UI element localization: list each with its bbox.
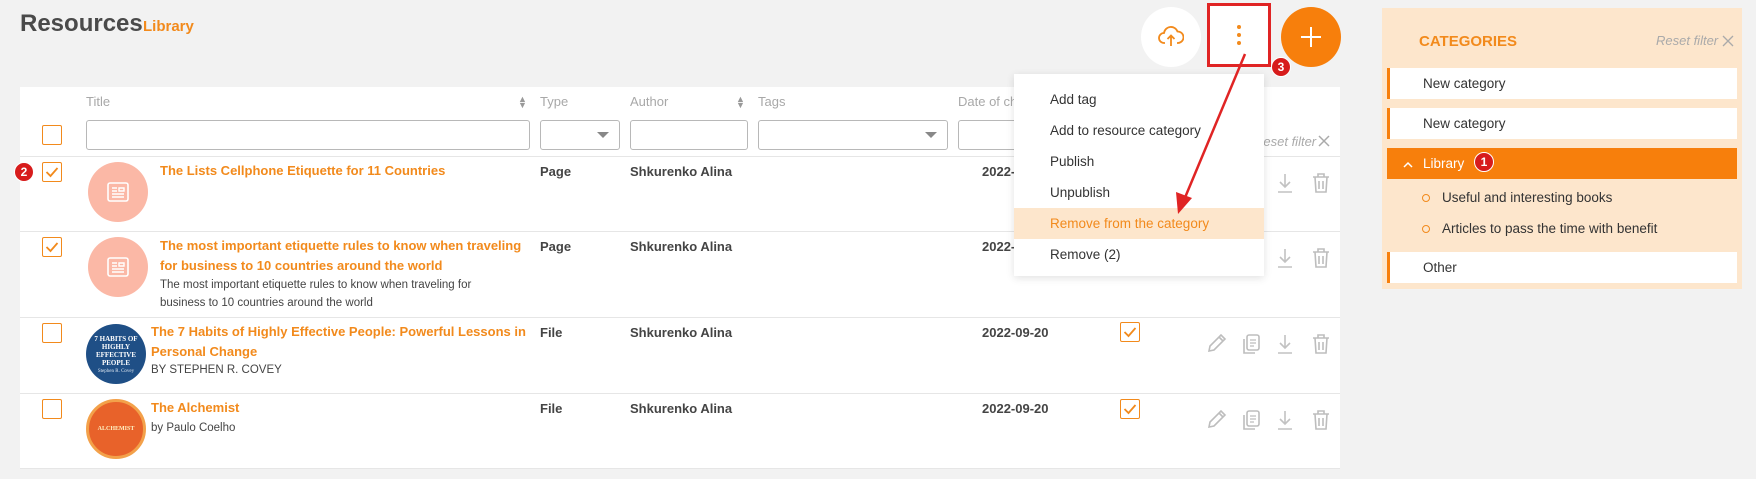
row-checkbox[interactable] [42, 162, 62, 182]
resource-author: Shkurenko Alina [630, 164, 733, 179]
chevron-down-icon [925, 132, 937, 138]
categories-title: CATEGORIES [1419, 33, 1518, 50]
checkmark-icon [1123, 327, 1137, 338]
page-title: Resources [20, 10, 143, 37]
trash-icon[interactable] [1311, 172, 1331, 194]
kebab-icon [1237, 25, 1241, 45]
categories-reset-filter[interactable]: Reset filter [1656, 33, 1718, 48]
resource-title-link[interactable]: The Lists Cellphone Etiquette for 11 Cou… [160, 161, 445, 181]
subcategory-label: Useful and interesting books [1442, 190, 1613, 205]
step-badge: 2 [14, 162, 34, 182]
resource-date: 2022- [982, 239, 1016, 254]
chevron-up-icon[interactable] [1403, 161, 1413, 168]
resource-date: 2022- [982, 164, 1016, 179]
resource-date: 2022-09-20 [982, 325, 1049, 340]
resource-title-link[interactable]: The Alchemist [151, 398, 239, 418]
checkmark-icon [45, 242, 59, 253]
resource-author: Shkurenko Alina [630, 239, 733, 254]
resource-type: File [540, 325, 563, 340]
cloud-upload-icon [1158, 26, 1184, 46]
column-author[interactable]: Author [630, 94, 668, 109]
step-badge: 3 [1271, 57, 1291, 77]
resource-description: by Paulo Coelho [151, 422, 236, 434]
trash-icon[interactable] [1311, 409, 1331, 431]
menu-item-remove[interactable]: Remove (2) [1014, 239, 1264, 270]
row-checkbox[interactable] [42, 323, 62, 343]
book-cover-title: ALCHEMIST [97, 426, 135, 432]
checkmark-icon [45, 167, 59, 178]
row-checkbox[interactable] [42, 237, 62, 257]
type-filter-select[interactable] [540, 120, 620, 150]
resource-title-link[interactable]: The 7 Habits of Highly Effective People:… [151, 322, 526, 342]
resource-type: Page [540, 164, 572, 179]
sort-icon[interactable]: ▲ ▼ [518, 95, 527, 110]
resource-title-link-line2[interactable]: for business to 10 countries around the … [160, 256, 442, 276]
column-date[interactable]: Date of ch [958, 94, 1017, 109]
resource-author: Shkurenko Alina [630, 325, 733, 340]
download-icon[interactable] [1276, 333, 1294, 355]
add-resource-button[interactable] [1281, 7, 1341, 67]
subcategory-label: Articles to pass the time with benefit [1442, 221, 1658, 236]
column-tags[interactable]: Tags [758, 94, 785, 109]
resource-description-line2: business to 10 countries around the worl… [160, 297, 373, 309]
subcategory-item[interactable]: Useful and interesting books [1422, 190, 1612, 205]
download-icon[interactable] [1276, 409, 1294, 431]
book-cover-thumbnail: 7 HABITS OF HIGHLY EFFECTIVE PEOPLE Step… [86, 324, 146, 384]
select-all-checkbox[interactable] [42, 125, 62, 145]
edit-icon[interactable] [1205, 333, 1227, 355]
tags-filter-select[interactable] [758, 120, 948, 150]
resource-type: File [540, 401, 563, 416]
download-icon[interactable] [1276, 172, 1294, 194]
column-title[interactable]: Title [86, 94, 110, 109]
category-label: Library [1423, 156, 1465, 171]
step-badge: 1 [1474, 152, 1494, 172]
download-icon[interactable] [1276, 247, 1294, 269]
book-cover-author: Stephen R. Covey [97, 368, 135, 374]
copy-icon[interactable] [1241, 333, 1261, 355]
page-thumbnail [88, 162, 148, 222]
category-item[interactable]: New category [1387, 68, 1737, 99]
sort-icon[interactable]: ▲ ▼ [736, 95, 745, 110]
bullet-icon [1422, 225, 1430, 234]
resource-title-link-line2[interactable]: Personal Change [151, 342, 257, 362]
document-icon [107, 257, 129, 277]
row-divider [20, 393, 1340, 394]
resource-author: Shkurenko Alina [630, 401, 733, 416]
row-divider [20, 468, 1340, 469]
author-filter-input[interactable] [630, 120, 748, 150]
published-checkbox[interactable] [1120, 399, 1140, 419]
edit-icon[interactable] [1205, 409, 1227, 431]
title-filter-input[interactable] [86, 120, 530, 150]
resource-title-link[interactable]: The most important etiquette rules to kn… [160, 236, 521, 256]
category-item[interactable]: New category [1387, 108, 1737, 139]
page-thumbnail [88, 237, 148, 297]
trash-icon[interactable] [1311, 247, 1331, 269]
resource-date: 2022-09-20 [982, 401, 1049, 416]
column-type[interactable]: Type [540, 94, 568, 109]
close-icon[interactable] [1318, 135, 1330, 147]
resource-type: Page [540, 239, 572, 254]
book-cover-title: 7 HABITS OF HIGHLY EFFECTIVE PEOPLE [94, 334, 138, 367]
bullet-icon [1422, 194, 1430, 203]
page-subtitle: Library [143, 18, 194, 35]
resource-description: The most important etiquette rules to kn… [160, 279, 472, 291]
annotation-arrow [1176, 53, 1247, 214]
row-checkbox[interactable] [42, 399, 62, 419]
category-item-library[interactable]: Library [1387, 148, 1737, 179]
plus-icon [1301, 27, 1321, 47]
trash-icon[interactable] [1311, 333, 1331, 355]
chevron-down-icon [597, 132, 609, 138]
category-item[interactable]: Other [1387, 252, 1737, 283]
resource-description: BY STEPHEN R. COVEY [151, 364, 282, 376]
document-icon [107, 182, 129, 202]
copy-icon[interactable] [1241, 409, 1261, 431]
checkmark-icon [1123, 404, 1137, 415]
book-cover-thumbnail: ALCHEMIST [86, 399, 146, 459]
subcategory-item[interactable]: Articles to pass the time with benefit [1422, 221, 1657, 236]
date-filter-input[interactable] [958, 120, 1018, 150]
published-checkbox[interactable] [1120, 322, 1140, 342]
close-icon[interactable] [1722, 35, 1734, 47]
row-divider [20, 317, 1340, 318]
